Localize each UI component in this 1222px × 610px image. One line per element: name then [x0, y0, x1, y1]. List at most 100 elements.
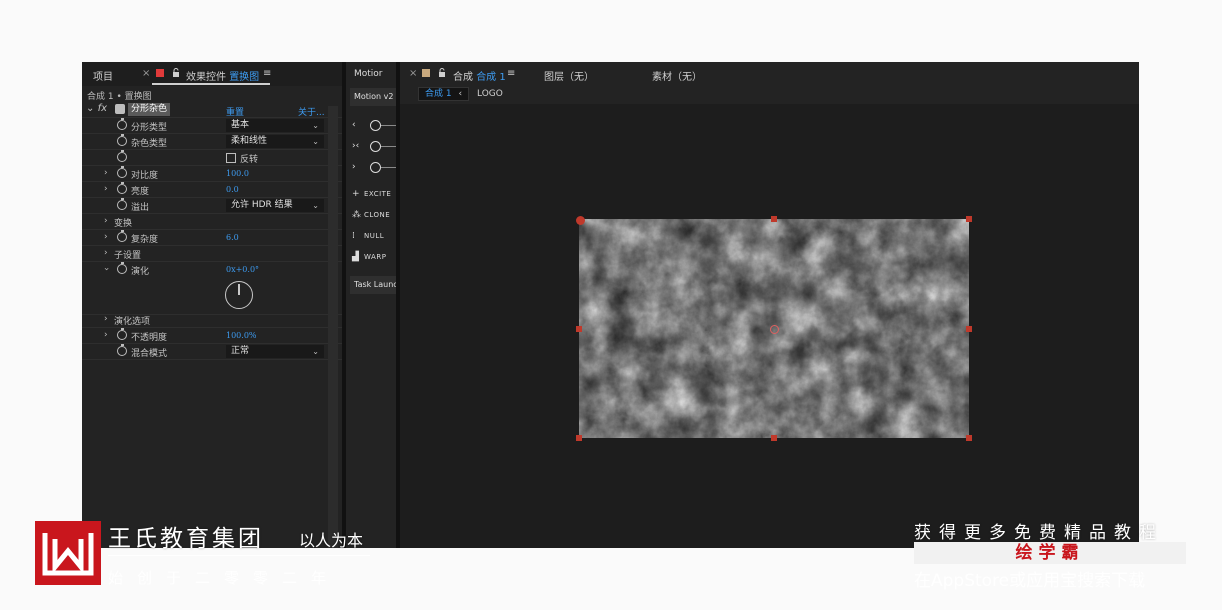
- lock-icon[interactable]: [172, 68, 180, 77]
- invert-label: 反转: [240, 155, 259, 165]
- close-tab-icon[interactable]: ×: [142, 68, 150, 79]
- stopwatch-icon[interactable]: [117, 344, 127, 356]
- null-icon: ⁞: [352, 231, 356, 241]
- ease-out-slider[interactable]: ›: [352, 162, 396, 174]
- overflow-dropdown[interactable]: 允许 HDR 结果 ⌄: [226, 199, 324, 212]
- button-label: EXCITE: [364, 190, 392, 198]
- company-logo-icon: [35, 521, 101, 585]
- chevron-down-icon[interactable]: ›: [101, 267, 111, 271]
- chevron-down-icon: ⌄: [312, 121, 319, 130]
- chevron-right-icon[interactable]: ›: [104, 248, 108, 258]
- button-label: WARP: [364, 253, 387, 261]
- clone-icon: ⁂: [352, 210, 362, 220]
- tab-task-launcher[interactable]: Task Launc: [350, 276, 396, 294]
- complexity-value[interactable]: 6.0: [226, 233, 239, 242]
- panel-menu-icon[interactable]: ≡: [507, 68, 515, 79]
- excite-button[interactable]: + EXCITE: [352, 189, 396, 203]
- stopwatch-icon[interactable]: [117, 166, 127, 178]
- comp-breadcrumb-logo[interactable]: LOGO: [477, 89, 503, 99]
- prop-label: 变换: [114, 219, 133, 229]
- stopwatch-icon[interactable]: [117, 118, 127, 130]
- tab-project[interactable]: 项目: [93, 68, 113, 83]
- chevron-right-icon[interactable]: ›: [104, 184, 108, 194]
- prop-label: 演化: [131, 267, 150, 277]
- stopwatch-icon[interactable]: [117, 230, 127, 242]
- tab-motion-v2[interactable]: Motion v2: [350, 88, 396, 106]
- download-hint: 在AppStore或应用宝搜索下载: [914, 571, 1146, 591]
- close-tab-icon[interactable]: ×: [409, 68, 417, 79]
- fx-label: fx: [97, 103, 108, 114]
- effect-name: 分形杂色: [128, 103, 171, 116]
- tab-motion[interactable]: Motior: [354, 69, 383, 79]
- tab-composition[interactable]: 合成 合成 1: [453, 68, 506, 83]
- logo-mark-icon: [42, 533, 94, 576]
- tab-effect-controls[interactable]: 效果控件 置换图: [186, 68, 259, 83]
- stopwatch-icon[interactable]: [117, 198, 127, 210]
- invert-checkbox[interactable]: [226, 153, 236, 163]
- fx-toggle-icon[interactable]: ⌄ fx: [86, 103, 107, 114]
- contrast-value[interactable]: 100.0: [226, 169, 249, 178]
- active-tab-underline: [152, 83, 270, 85]
- comp-breadcrumb-active[interactable]: 合成 1 ‹: [418, 87, 469, 101]
- brightness-value[interactable]: 0.0: [226, 185, 239, 194]
- ease-out-icon: ›: [352, 162, 356, 172]
- tab-effect-controls-label: 效果控件: [186, 72, 226, 83]
- ease-both-icon: ›‹: [352, 141, 360, 151]
- stopwatch-icon[interactable]: [117, 150, 127, 162]
- composition-panel: × 合成 合成 1 ≡ 图层（无） 素材（无） 合成 1 ‹ LOGO: [400, 62, 1139, 548]
- composition-viewer[interactable]: [400, 104, 1139, 548]
- layer-handle-ml[interactable]: [576, 326, 582, 332]
- label-color-swatch: [422, 69, 430, 77]
- chevron-right-icon[interactable]: ›: [104, 232, 108, 242]
- layer-handle-bl[interactable]: [576, 435, 582, 441]
- opacity-value[interactable]: 100.0%: [226, 331, 257, 340]
- blend-mode-dropdown[interactable]: 正常 ⌄: [226, 345, 324, 358]
- layer-handle-br[interactable]: [966, 435, 972, 441]
- chevron-right-icon[interactable]: ›: [104, 216, 108, 226]
- tab-composition-prefix: 合成: [453, 72, 473, 83]
- stopwatch-icon[interactable]: [117, 328, 127, 340]
- clone-button[interactable]: ⁂ CLONE: [352, 210, 396, 224]
- reset-link[interactable]: 重置: [226, 105, 244, 118]
- motion-panel: Motior Motion v2 ‹ ›‹ › + EXCITE ⁂ CLONE ⁞…: [346, 62, 396, 548]
- ease-both-slider[interactable]: ›‹: [352, 141, 396, 153]
- slider-knob[interactable]: [370, 141, 381, 152]
- chevron-right-icon[interactable]: ›: [104, 168, 108, 178]
- layer-handle-mr[interactable]: [966, 326, 972, 332]
- about-link[interactable]: 关于...: [298, 105, 325, 118]
- anchor-point-icon[interactable]: [770, 325, 779, 334]
- noise-type-dropdown[interactable]: 柔和线性 ⌄: [226, 135, 324, 148]
- stopwatch-icon[interactable]: [117, 182, 127, 194]
- layer-handle-tl[interactable]: [576, 216, 585, 225]
- composition-navigator: 合成 1 ‹ LOGO: [400, 86, 1139, 104]
- chevron-right-icon[interactable]: ›: [104, 330, 108, 340]
- tab-footage[interactable]: 素材（无）: [652, 68, 702, 83]
- app-name: 绘学霸: [1015, 543, 1085, 563]
- null-button[interactable]: ⁞ NULL: [352, 231, 396, 245]
- slider-knob[interactable]: [370, 162, 381, 173]
- promo-app-banner: 绘学霸: [914, 542, 1186, 564]
- slider-track: [381, 167, 396, 168]
- slider-knob[interactable]: [370, 120, 381, 131]
- prop-label: 溢出: [131, 203, 150, 213]
- panel-menu-icon[interactable]: ≡: [263, 68, 271, 79]
- evolution-angle-dial[interactable]: [225, 281, 253, 309]
- chevron-right-icon[interactable]: ›: [104, 314, 108, 324]
- layer-handle-tr[interactable]: [966, 216, 972, 222]
- tab-layer[interactable]: 图层（无）: [544, 68, 594, 83]
- evolution-value[interactable]: 0x+0.0°: [226, 265, 259, 274]
- slider-track: [381, 146, 396, 147]
- stopwatch-icon[interactable]: [117, 134, 127, 146]
- warp-button[interactable]: ▟ WARP: [352, 252, 396, 266]
- chevron-left-icon: ‹: [458, 89, 463, 99]
- layer-handle-bc[interactable]: [771, 435, 777, 441]
- fractal-type-dropdown[interactable]: 基本 ⌄: [226, 119, 324, 132]
- layer-handle-tc[interactable]: [771, 216, 777, 222]
- comp-breadcrumb-label: 合成 1: [425, 89, 452, 99]
- composition-tab-bar: × 合成 合成 1 ≡ 图层（无） 素材（无）: [400, 62, 1139, 86]
- scrollbar[interactable]: [328, 106, 338, 548]
- stopwatch-icon[interactable]: [117, 262, 127, 274]
- breadcrumb: 合成 1 • 置换图: [87, 92, 152, 102]
- lock-icon[interactable]: [438, 68, 446, 77]
- ease-in-slider[interactable]: ‹: [352, 120, 396, 132]
